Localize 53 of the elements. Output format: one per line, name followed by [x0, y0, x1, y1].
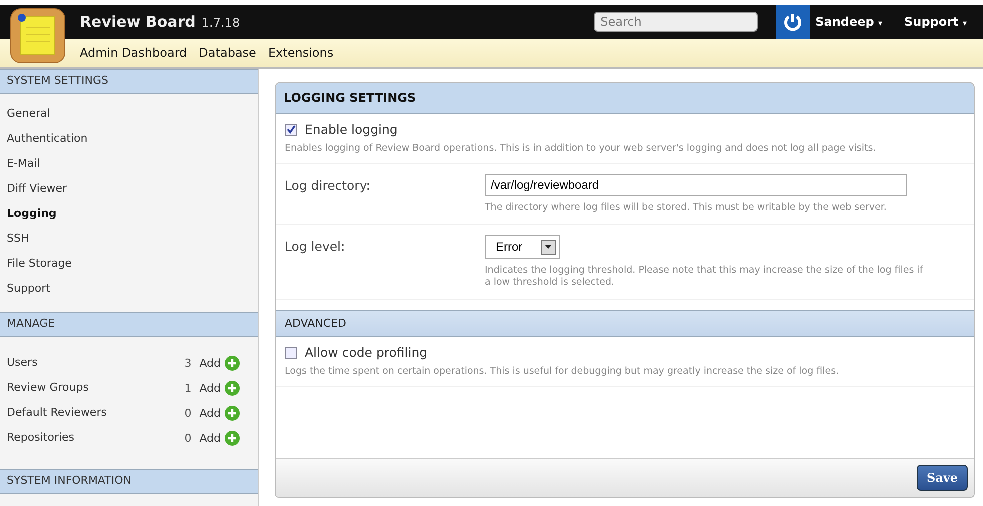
add-icon[interactable]: [225, 406, 240, 421]
version-label: 1.7.18: [202, 16, 240, 30]
section-header: ADVANCED: [276, 310, 974, 337]
sidebar-header: MANAGE: [0, 312, 258, 337]
item-count: 3: [184, 357, 192, 370]
add-link[interactable]: Add: [200, 357, 221, 370]
add-icon[interactable]: [225, 381, 240, 396]
app-title: Review Board: [80, 13, 196, 31]
field-label: Log level:: [285, 238, 346, 256]
sidebar-item[interactable]: General: [0, 102, 258, 127]
item-count: 0: [184, 407, 192, 420]
add-link[interactable]: Add: [200, 382, 221, 395]
power-icon: [776, 5, 810, 39]
help-text: Indicates the logging threshold. Please note that this may increase the size of the log files if a low threshold is selected.: [485, 265, 924, 289]
item-count: 0: [184, 432, 192, 445]
add-link[interactable]: Add: [200, 432, 221, 445]
sidebar-item[interactable]: Support: [0, 277, 258, 302]
checkbox-label: Enable logging: [305, 122, 398, 137]
nav-link[interactable]: Admin Dashboard: [80, 46, 188, 60]
panel-title: LOGGING SETTINGS: [276, 83, 974, 114]
nav-link[interactable]: Extensions: [268, 46, 334, 60]
search-field[interactable]: Search: [594, 12, 758, 32]
sidebar-item[interactable]: SSH: [0, 227, 258, 252]
sidebar-item[interactable]: Default Reviewers: [0, 401, 185, 426]
sidebar-item[interactable]: Logging: [0, 202, 258, 227]
sidebar-item[interactable]: Review Groups: [0, 376, 185, 401]
checkbox-label: Allow code profiling: [305, 345, 428, 360]
sidebar-item[interactable]: Users: [0, 351, 185, 376]
save-button[interactable]: Save: [916, 465, 968, 491]
log-directory-field[interactable]: /var/log/reviewboard: [485, 174, 907, 196]
add-link[interactable]: Add: [200, 407, 221, 420]
nav-link[interactable]: Database: [199, 46, 256, 60]
help-text: The directory where log files will be stored. This must be writable by the web server.: [485, 202, 888, 214]
sidebar-header: SYSTEM SETTINGS: [0, 69, 258, 94]
checkbox[interactable]: [285, 124, 297, 136]
dropdown-icon: [540, 240, 556, 254]
user-menu[interactable]: Sandeep ▾: [816, 15, 883, 29]
support-menu[interactable]: Support ▾: [904, 15, 967, 29]
sidebar-item[interactable]: E-Mail: [0, 152, 258, 177]
logo-icon: [8, 6, 68, 66]
checkbox[interactable]: [285, 346, 297, 358]
sidebar-item[interactable]: File Storage: [0, 252, 258, 277]
item-count: 1: [184, 382, 192, 395]
sidebar-item[interactable]: Authentication: [0, 127, 258, 152]
add-icon[interactable]: [225, 431, 240, 446]
field-label: Log directory:: [285, 177, 372, 195]
help-text: Enables logging of Review Board operations. This is in addition to your web server's logging and does not log all page visits.: [285, 143, 878, 155]
sidebar-item[interactable]: Repositories: [0, 426, 185, 451]
sidebar-header: SYSTEM INFORMATION: [0, 469, 258, 494]
log-level-select[interactable]: Error: [485, 235, 560, 259]
sidebar-item[interactable]: Diff Viewer: [0, 177, 258, 202]
add-icon[interactable]: [225, 356, 240, 371]
help-text: Logs the time spent on certain operations. This is useful for debugging but may greatly increase the size of log files.: [285, 366, 840, 378]
